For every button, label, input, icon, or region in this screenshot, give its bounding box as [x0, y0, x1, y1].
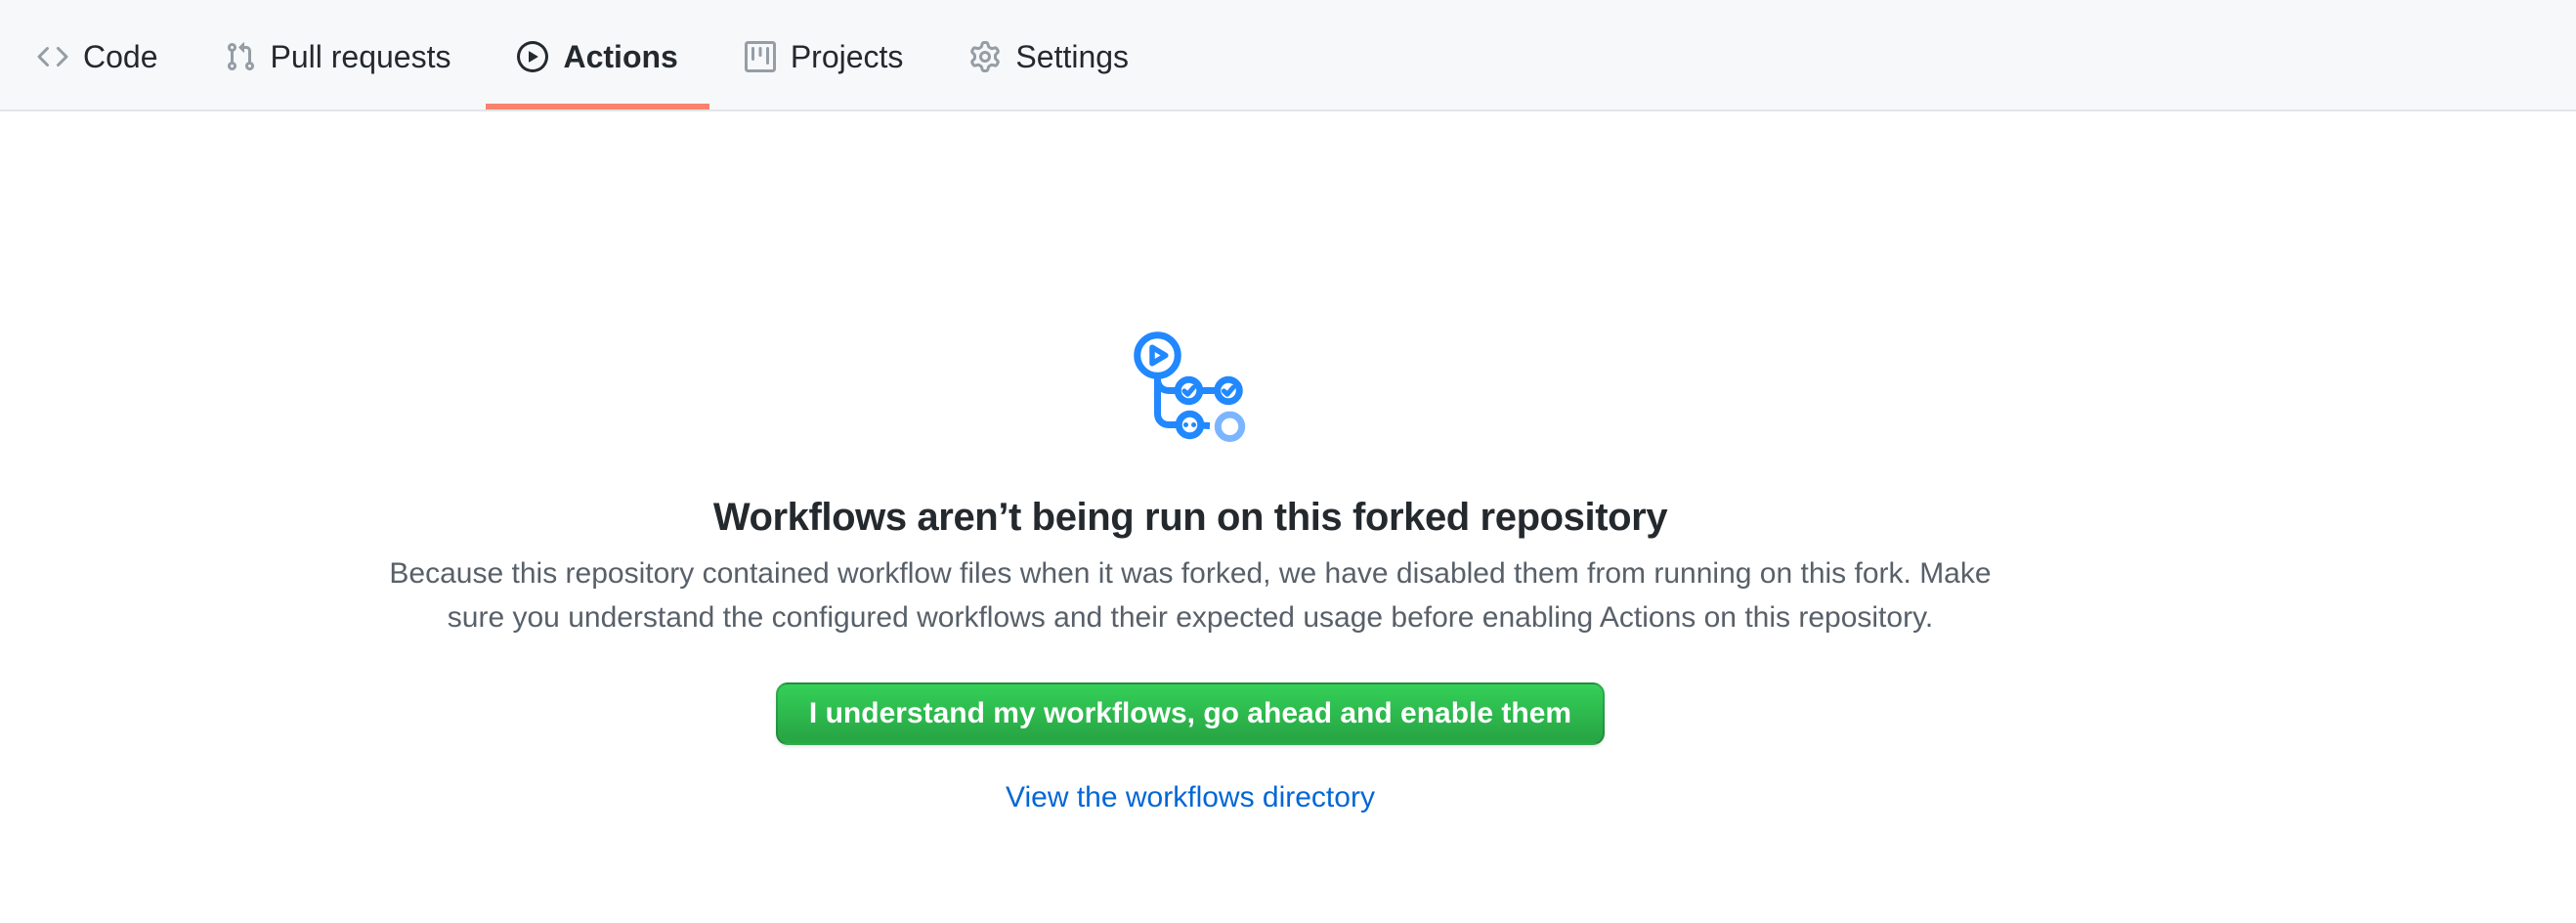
tab-code[interactable]: Code	[6, 0, 190, 110]
enable-workflows-button[interactable]: I understand my workflows, go ahead and …	[776, 682, 1605, 745]
description-line-2: sure you understand the configured workf…	[330, 595, 2050, 639]
workflow-graph-icon	[330, 331, 2050, 443]
view-workflows-directory-link[interactable]: View the workflows directory	[1006, 781, 1375, 813]
tab-settings[interactable]: Settings	[938, 0, 1160, 110]
tab-label: Code	[83, 41, 158, 72]
tab-label: Actions	[563, 41, 677, 72]
blankslate-title: Workflows aren’t being run on this forke…	[330, 496, 2050, 540]
project-icon	[745, 41, 776, 72]
code-icon	[37, 41, 68, 72]
tab-label: Projects	[791, 41, 904, 72]
git-pull-request-icon	[225, 41, 256, 72]
actions-main-content: Workflows aren’t being run on this forke…	[0, 111, 2576, 815]
gear-icon	[969, 41, 1001, 72]
tab-projects[interactable]: Projects	[713, 0, 935, 110]
workflows-directory-link-row: View the workflows directory	[330, 780, 2050, 815]
blankslate-description: Because this repository contained workfl…	[330, 551, 2050, 639]
workflows-disabled-blankslate: Workflows aren’t being run on this forke…	[330, 331, 2050, 815]
description-line-1: Because this repository contained workfl…	[330, 551, 2050, 595]
repo-tab-nav: Code Pull requests Actions Projects Sett…	[0, 0, 2576, 111]
tab-label: Settings	[1015, 41, 1129, 72]
tab-actions[interactable]: Actions	[486, 0, 708, 110]
tab-label: Pull requests	[271, 41, 451, 72]
play-icon	[517, 41, 548, 72]
tab-pull-requests[interactable]: Pull requests	[193, 0, 483, 110]
